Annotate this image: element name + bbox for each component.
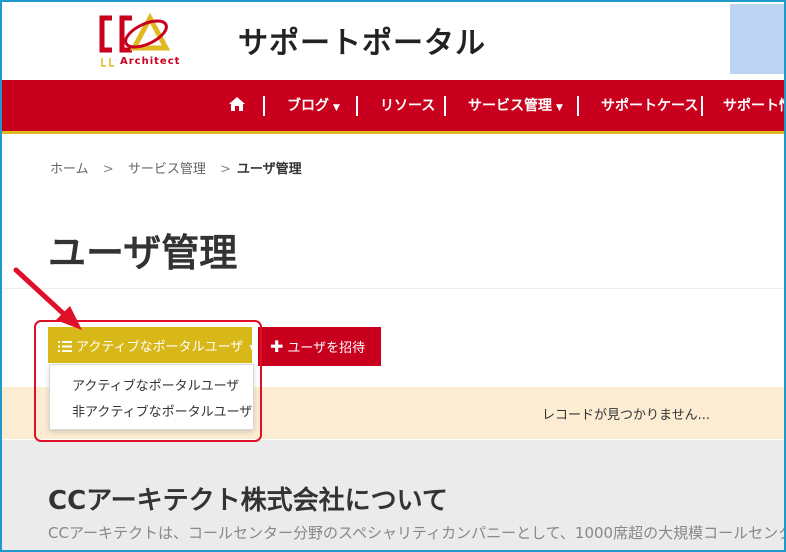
nav-separator [701, 96, 703, 116]
list-icon [58, 340, 72, 357]
nav-item-service-management[interactable]: サービス管理 ▼ [468, 95, 563, 115]
site-logo[interactable]: Architect [98, 12, 188, 70]
caret-down-icon: ▼ [556, 103, 563, 113]
breadcrumb-separator: > [102, 162, 114, 177]
site-title[interactable]: サポートポータル [238, 18, 486, 62]
divider [0, 288, 786, 289]
nav-separator [444, 96, 446, 116]
nav-item-support-info[interactable]: サポート情 [723, 95, 786, 115]
dropdown-option-inactive[interactable]: 非アクティブなポータルユーザ [72, 401, 252, 420]
home-icon[interactable] [228, 96, 246, 116]
footer: CCアーキテクト株式会社について CCアーキテクトは、コールセンター分野のスペシ… [0, 440, 786, 552]
breadcrumb-current: ユーザ管理 [236, 162, 302, 177]
invite-label: ユーザを招待 [287, 341, 366, 356]
nav-item-blog[interactable]: ブログ ▼ [287, 95, 340, 115]
no-records-message: レコードが見つかりません... [542, 408, 711, 423]
logo-text: Architect [120, 56, 181, 67]
breadcrumb-home[interactable]: ホーム [50, 162, 89, 177]
main-nav: ブログ ▼ リソース サービス管理 ▼ サポートケース サポート情 [0, 80, 786, 134]
dropdown-menu: アクティブなポータルユーザ 非アクティブなポータルユーザ [49, 364, 254, 430]
annotation-arrow [10, 264, 90, 338]
breadcrumb-separator: > [219, 162, 231, 177]
plus-icon: ✚ [270, 337, 284, 356]
header-banner [730, 4, 786, 74]
nav-separator [356, 96, 358, 116]
breadcrumb: ホーム > サービス管理 > ユーザ管理 [50, 158, 302, 177]
nav-separator [577, 96, 579, 116]
nav-item-support-cases[interactable]: サポートケース [601, 95, 698, 115]
breadcrumb-service-management[interactable]: サービス管理 [128, 162, 206, 177]
site-header: Architect サポートポータル [0, 0, 786, 80]
dropdown-label: アクティブなポータルユーザ [76, 340, 244, 355]
nav-item-resources[interactable]: リソース [380, 95, 435, 115]
caret-down-icon: ▼ [249, 344, 257, 354]
nav-separator [263, 96, 265, 116]
invite-user-button[interactable]: ✚ ユーザを招待 [258, 327, 381, 366]
caret-down-icon: ▼ [333, 103, 340, 113]
footer-text: CCアーキテクトは、コールセンター分野のスペシャリティカンパニーとして、1000… [48, 524, 786, 542]
footer-heading: CCアーキテクト株式会社について [48, 486, 448, 516]
dropdown-option-active[interactable]: アクティブなポータルユーザ [72, 375, 239, 394]
